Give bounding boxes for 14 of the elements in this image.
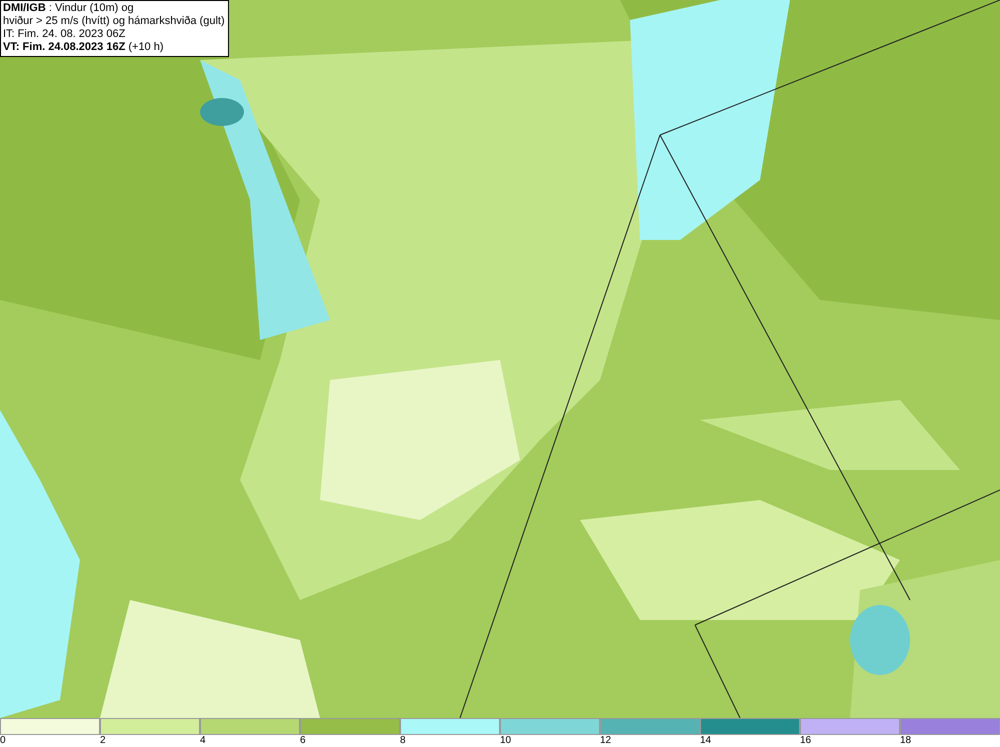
legend-label: 6 [300, 735, 306, 747]
info-line: VT: Fim. 24.08.2023 16Z (+10 h) [3, 41, 165, 54]
legend-label: 18 [900, 735, 912, 747]
legend-label: 12 [600, 735, 612, 747]
legend-label: 4 [200, 735, 206, 747]
info-line: hviður > 25 m/s (hvítt) og hámarkshviða (gult) [3, 15, 225, 28]
legend-label: 10 [500, 735, 512, 747]
legend-label: 8 [400, 735, 406, 747]
legend-label: 14 [700, 735, 712, 747]
legend-label: 16 [800, 735, 812, 747]
info-line: IT: Fim. 24. 08. 2023 06Z [3, 28, 126, 41]
info-line: DMI/IGB : Vindur (10m) og [3, 2, 135, 15]
legend-label: 2 [100, 735, 106, 747]
legend-label: 0 [0, 735, 6, 747]
